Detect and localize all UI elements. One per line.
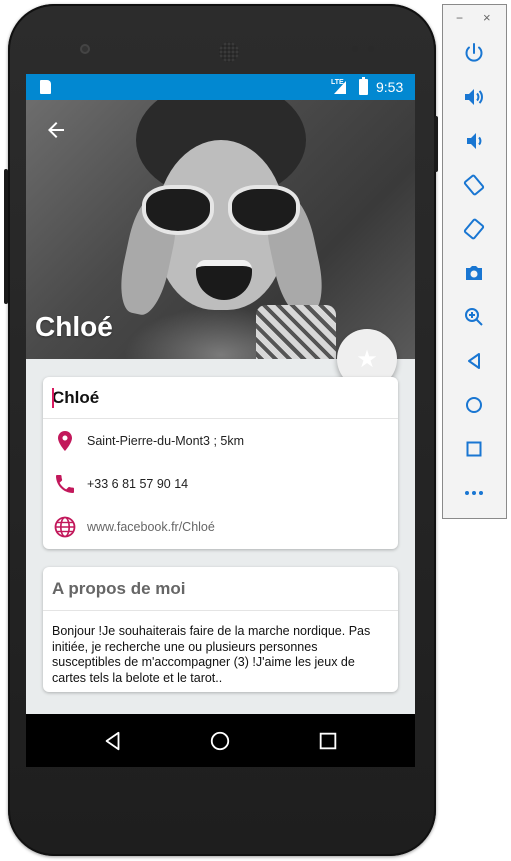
contact-name-field[interactable]: Chloé	[43, 377, 398, 419]
phone-text: +33 6 81 57 90 14	[87, 476, 189, 491]
close-button[interactable]: ×	[483, 10, 491, 25]
contact-card: Chloé Saint-Pierre-du-Mont3 ; 5km +33 6 …	[43, 377, 398, 549]
network-type: LTE	[331, 79, 344, 86]
volume-side-button	[4, 169, 8, 304]
earpiece-speaker	[219, 42, 239, 62]
power-side-button	[434, 116, 438, 172]
volume-down-icon[interactable]	[462, 129, 486, 153]
navigation-bar	[26, 714, 415, 767]
nav-back-icon[interactable]	[102, 730, 124, 752]
about-card: A propos de moi Bonjour !Je souhaiterais…	[43, 567, 398, 692]
volume-up-icon[interactable]	[462, 85, 486, 109]
front-camera	[80, 44, 90, 54]
home-icon[interactable]	[462, 393, 486, 417]
power-icon[interactable]	[462, 41, 486, 65]
location-pin-icon	[58, 430, 72, 451]
sunglasses	[136, 185, 306, 237]
contact-name: Chloé	[52, 387, 100, 407]
nav-home-icon[interactable]	[209, 730, 231, 752]
location-text: Saint-Pierre-du-Mont3 ; 5km	[87, 433, 245, 448]
rotate-right-icon[interactable]	[462, 217, 486, 241]
zoom-icon[interactable]	[462, 305, 486, 329]
star-icon: ★	[356, 345, 378, 373]
back-icon[interactable]	[462, 349, 486, 373]
website-link[interactable]: www.facebook.fr/Chloé	[87, 520, 215, 534]
about-text: Bonjour !Je souhaiterais faire de la mar…	[52, 624, 371, 685]
globe-icon	[54, 516, 76, 537]
website-row[interactable]: www.facebook.fr/Chloé	[43, 505, 398, 548]
camera-icon[interactable]	[462, 261, 486, 285]
status-bar: LTE 9:53	[26, 74, 415, 100]
sd-card-icon	[40, 80, 51, 94]
back-arrow-icon[interactable]	[44, 118, 68, 142]
status-time: 9:53	[376, 79, 404, 95]
profile-header-photo: Chloé	[26, 100, 415, 359]
text-cursor	[52, 388, 54, 408]
more-icon[interactable]	[462, 481, 486, 505]
emulator-toolbar: − ×	[442, 4, 507, 519]
overview-icon[interactable]	[462, 437, 486, 461]
nav-overview-icon[interactable]	[317, 730, 339, 752]
screen: LTE 9:53 Chloé ★ Chloé Saint-Pierre-du-M…	[26, 74, 415, 767]
light-sensor	[368, 46, 374, 52]
proximity-sensor	[352, 46, 358, 52]
header-profile-name: Chloé	[35, 311, 113, 342]
phone-row[interactable]: +33 6 81 57 90 14	[43, 462, 398, 505]
rotate-left-icon[interactable]	[462, 173, 486, 197]
location-row[interactable]: Saint-Pierre-du-Mont3 ; 5km	[43, 419, 398, 462]
battery-icon	[359, 77, 368, 95]
minimize-button[interactable]: −	[456, 11, 463, 25]
phone-icon	[56, 474, 74, 493]
about-title: A propos de moi	[43, 567, 398, 611]
